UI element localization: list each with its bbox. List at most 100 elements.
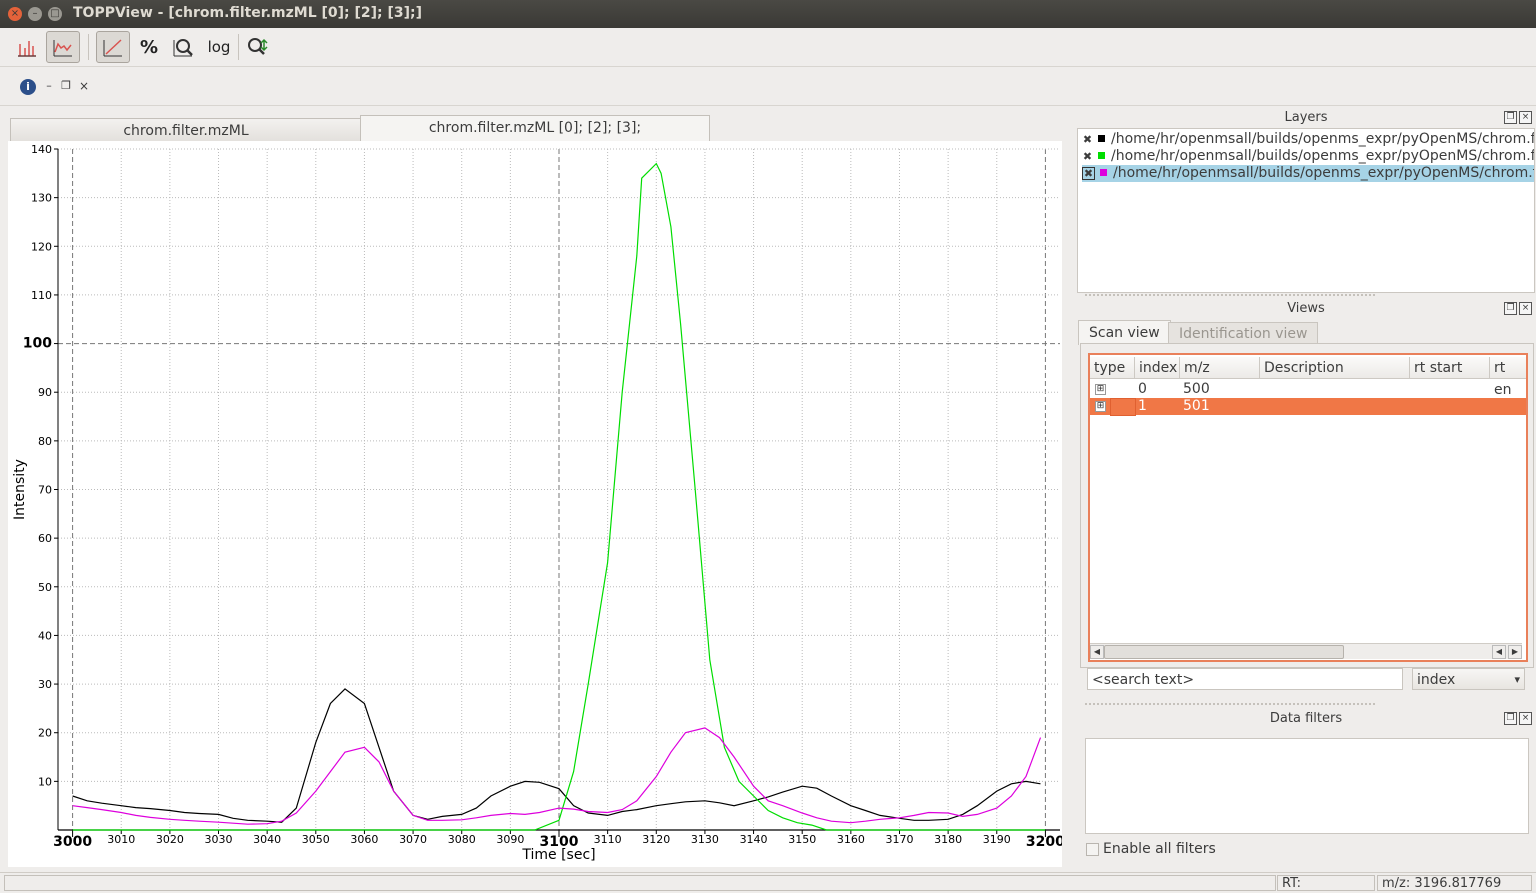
- x-tick-label: 3170: [885, 833, 913, 846]
- float-dock-button[interactable]: ❐: [1504, 712, 1517, 725]
- search-field-select[interactable]: index ▾: [1412, 668, 1525, 690]
- dock-grip[interactable]: [1085, 703, 1375, 707]
- column-header-description[interactable]: Description: [1260, 357, 1410, 379]
- layer-color-swatch: [1098, 135, 1105, 142]
- window-maximize-button[interactable]: □: [48, 7, 62, 21]
- status-message: [4, 875, 1276, 891]
- x-tick-label: 3000: [53, 834, 92, 850]
- search-input[interactable]: <search text>: [1087, 668, 1403, 690]
- x-tick-label: 3080: [448, 833, 476, 846]
- dock-grip[interactable]: [1085, 294, 1375, 298]
- x-tick-label: 3120: [642, 833, 670, 846]
- info-icon[interactable]: i: [20, 79, 36, 95]
- expand-icon[interactable]: ⊞: [1095, 401, 1106, 412]
- scroll-right-icon[interactable]: ▶: [1508, 645, 1522, 659]
- x-tick-label: 3060: [350, 833, 378, 846]
- y-tick-label: 100: [23, 336, 52, 352]
- search-field-value: index: [1417, 672, 1456, 688]
- status-rt: RT:: [1277, 875, 1375, 891]
- enable-filters-label: Enable all filters: [1103, 841, 1216, 857]
- close-layer-icon[interactable]: ✖: [1082, 151, 1093, 162]
- views-title: Views: [1287, 301, 1325, 316]
- tab-scan-view[interactable]: Scan view: [1078, 320, 1171, 345]
- layer-row[interactable]: ✖ /home/hr/openmsall/builds/openms_expr/p…: [1082, 131, 1534, 148]
- series-line-0: [72, 688, 1041, 823]
- float-dock-button[interactable]: ❐: [1504, 302, 1517, 315]
- x-tick-label: 3030: [205, 833, 233, 846]
- x-tick-label: 3070: [399, 833, 427, 846]
- bar-spectrum-button[interactable]: [10, 31, 44, 63]
- chromatogram-chart[interactable]: 3000 3100 32003010 3020 3030 3040 3050 3060 3070…: [8, 141, 1065, 867]
- scroll-left-icon[interactable]: ◀: [1492, 645, 1506, 659]
- snap-button[interactable]: [240, 31, 274, 63]
- scan-table[interactable]: type index m/z Description rt start rt e…: [1088, 353, 1528, 662]
- percentage-button[interactable]: %: [132, 31, 166, 63]
- main-toolbar: % log: [0, 28, 1536, 67]
- table-row-selected[interactable]: ⊞ 1 501: [1090, 398, 1526, 416]
- x-tick-label: 3050: [302, 833, 330, 846]
- layer-row-selected[interactable]: ✖ /home/hr/openmsall/builds/openms_expr/p…: [1082, 165, 1534, 182]
- layers-list[interactable]: ✖ /home/hr/openmsall/builds/openms_expr/p…: [1077, 128, 1535, 293]
- y-tick-label: 70: [38, 484, 52, 497]
- y-tick-label: 120: [31, 240, 52, 253]
- line-spectrum-button[interactable]: [46, 31, 80, 63]
- float-dock-button[interactable]: ❐: [1504, 111, 1517, 124]
- linear-intensity-button[interactable]: [96, 31, 130, 63]
- zoom-button[interactable]: [166, 31, 200, 63]
- horizontal-scrollbar[interactable]: ◀ ◀ ▶: [1090, 643, 1522, 659]
- close-dock-button[interactable]: ×: [1519, 302, 1532, 315]
- data-filters-title: Data filters: [1269, 711, 1343, 726]
- scrollbar-thumb[interactable]: [1104, 645, 1344, 659]
- y-tick-label: 40: [38, 629, 52, 642]
- close-layer-icon[interactable]: ✖: [1082, 167, 1095, 180]
- cell-mz: 501: [1183, 398, 1210, 414]
- x-tick-label: 3020: [156, 833, 184, 846]
- y-tick-label: 140: [31, 143, 52, 156]
- tab-identification-view[interactable]: Identification view: [1168, 322, 1319, 345]
- spectrum-plot[interactable]: 3000 3100 3200 3010 3020 3030 3040 3050 3060 3070…: [8, 141, 1065, 867]
- enable-filters-checkbox[interactable]: [1086, 843, 1099, 856]
- data-filters-dock-header: Data filters ❐ ×: [1078, 711, 1534, 729]
- x-tick-label: 3180: [934, 833, 962, 846]
- restore-subwindow-button[interactable]: ❐: [60, 80, 72, 92]
- window-close-button[interactable]: ×: [8, 7, 22, 21]
- log-button[interactable]: log: [202, 31, 236, 63]
- x-tick-label: 3010: [107, 833, 135, 846]
- column-header-type[interactable]: type: [1090, 357, 1135, 379]
- y-tick-label: 80: [38, 435, 52, 448]
- tab-chrom-filter[interactable]: chrom.filter.mzML: [10, 118, 362, 143]
- column-header-rt-start[interactable]: rt start: [1410, 357, 1490, 379]
- snap-icon: [248, 38, 268, 55]
- column-header-index[interactable]: index: [1135, 357, 1180, 379]
- minimize-subwindow-button[interactable]: –: [43, 80, 55, 92]
- tab-chrom-filter-layers[interactable]: chrom.filter.mzML [0]; [2]; [3];: [360, 115, 710, 143]
- close-dock-button[interactable]: ×: [1519, 712, 1532, 725]
- y-axis-label: Intensity: [12, 459, 28, 520]
- layer-color-swatch: [1100, 169, 1107, 176]
- zoom-icon: [173, 39, 193, 57]
- cell-index: 1: [1138, 398, 1147, 414]
- layers-dock-header: Layers ❐ ×: [1078, 110, 1534, 128]
- y-tick-label: 130: [31, 192, 52, 205]
- y-tick-label: 20: [38, 727, 52, 740]
- column-header-mz[interactable]: m/z: [1180, 357, 1260, 379]
- close-dock-button[interactable]: ×: [1519, 111, 1532, 124]
- x-tick-label: 3090: [496, 833, 524, 846]
- series-line-2: [72, 727, 1042, 825]
- x-tick-label: 3160: [837, 833, 865, 846]
- layer-path: /home/hr/openmsall/builds/openms_expr/py…: [1111, 148, 1534, 164]
- close-subwindow-button[interactable]: ×: [78, 80, 90, 92]
- window-minimize-button[interactable]: –: [28, 7, 42, 21]
- data-filters-list[interactable]: [1085, 738, 1529, 834]
- x-tick-label: 3110: [594, 833, 622, 846]
- close-layer-icon[interactable]: ✖: [1082, 134, 1093, 145]
- mdi-toolbar: i – ❐ ×: [0, 67, 1536, 106]
- chevron-down-icon: ▾: [1514, 673, 1520, 686]
- expand-icon[interactable]: ⊞: [1095, 384, 1106, 395]
- layer-path: /home/hr/openmsall/builds/openms_expr/py…: [1113, 165, 1534, 181]
- layer-row[interactable]: ✖ /home/hr/openmsall/builds/openms_expr/p…: [1082, 148, 1534, 165]
- table-row[interactable]: ⊞ 0 500: [1090, 381, 1526, 398]
- views-dock-header: Views ❐ ×: [1078, 301, 1534, 319]
- scroll-left-icon[interactable]: ◀: [1090, 645, 1104, 659]
- column-header-rt-end[interactable]: rt en: [1490, 357, 1526, 398]
